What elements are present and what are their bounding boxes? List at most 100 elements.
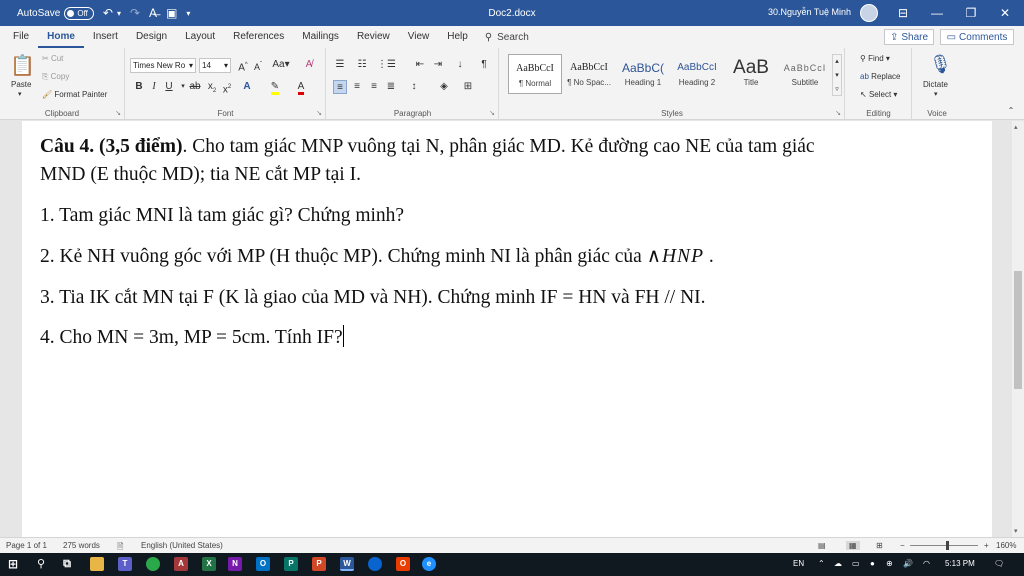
zoom-in-icon[interactable]: + bbox=[984, 541, 989, 550]
increase-indent-icon[interactable]: ⇥ bbox=[431, 58, 445, 72]
question-part-3[interactable]: 3. Tia IK cắt MN tại F (K là giao của MD… bbox=[40, 284, 706, 311]
windows-start-icon[interactable]: ⊞ bbox=[6, 557, 20, 571]
clock-time[interactable]: 5:13 PM bbox=[945, 559, 975, 568]
autosave-control[interactable]: AutoSave Off bbox=[17, 6, 94, 20]
autosave-toggle[interactable]: Off bbox=[64, 6, 94, 20]
justify-icon[interactable]: ≣ bbox=[384, 80, 398, 94]
dictate-dropdown-icon[interactable]: ▾ bbox=[934, 90, 938, 98]
styles-scroll-icon[interactable]: ▴ ▾ ▿ bbox=[832, 54, 842, 96]
highlight-icon[interactable]: ✎ bbox=[268, 80, 282, 95]
file-explorer-icon[interactable] bbox=[90, 557, 104, 571]
tab-mailings[interactable]: Mailings bbox=[293, 26, 348, 48]
zoom-slider[interactable] bbox=[910, 545, 978, 546]
search-box[interactable]: ⚲ Search bbox=[485, 32, 529, 43]
ribbon-display-icon[interactable]: ⊟ bbox=[886, 0, 920, 26]
zoom-out-icon[interactable]: − bbox=[900, 541, 905, 550]
access-icon[interactable]: A bbox=[174, 557, 188, 571]
onenote-icon[interactable]: N bbox=[228, 557, 242, 571]
app-tray-icon[interactable]: ● bbox=[870, 559, 875, 568]
grow-font-icon[interactable]: A^ bbox=[236, 58, 250, 73]
bold-icon[interactable]: B bbox=[132, 80, 146, 94]
superscript-icon[interactable]: x2 bbox=[220, 80, 234, 95]
clear-formatting-icon[interactable]: A̸ bbox=[302, 58, 316, 72]
font-color-icon[interactable]: A bbox=[294, 80, 308, 95]
font-size-combo[interactable]: 14 ▾ bbox=[199, 58, 231, 73]
scroll-down-icon[interactable]: ▾ bbox=[1014, 527, 1018, 535]
question-intro-line2[interactable]: MND (E thuộc MD); tia NE cắt MP tại I. bbox=[40, 161, 361, 188]
copy-button[interactable]: ⎘ Copy bbox=[42, 72, 69, 82]
shrink-font-icon[interactable]: Aˇ bbox=[251, 58, 265, 72]
onedrive-icon[interactable] bbox=[368, 557, 382, 571]
web-layout-icon[interactable]: ⊞ bbox=[876, 541, 883, 550]
comments-button[interactable]: ▭ Comments bbox=[940, 29, 1014, 45]
style-normal[interactable]: AaBbCcI ¶ Normal bbox=[508, 54, 562, 94]
cloud-icon[interactable]: ☁ bbox=[834, 559, 842, 568]
document-page[interactable]: Câu 4. (3,5 điểm). Cho tam giác MNP vuôn… bbox=[22, 121, 992, 537]
style-subtitle[interactable]: AaBbCcI Subtitle bbox=[778, 54, 832, 94]
style-heading-2[interactable]: AaBbCcI Heading 2 bbox=[670, 54, 724, 94]
line-spacing-icon[interactable]: ↕ bbox=[407, 80, 421, 94]
change-case-icon[interactable]: Aa▾ bbox=[271, 58, 291, 72]
tab-view[interactable]: View bbox=[399, 26, 439, 48]
tab-help[interactable]: Help bbox=[438, 26, 477, 48]
paste-icon[interactable]: 📋 bbox=[10, 54, 35, 78]
bullets-icon[interactable]: ☰ bbox=[333, 58, 347, 72]
find-button[interactable]: ⚲ Find ▾ bbox=[860, 54, 890, 63]
style-no-spacing[interactable]: AaBbCcI ¶ No Spac... bbox=[562, 54, 616, 94]
tab-home[interactable]: Home bbox=[38, 26, 84, 48]
font-name-combo[interactable]: Times New Ro ▾ bbox=[130, 58, 196, 73]
dictate-button[interactable]: Dictate bbox=[923, 80, 948, 89]
minimize-icon[interactable]: — bbox=[920, 0, 954, 26]
italic-icon[interactable]: I bbox=[147, 80, 161, 94]
close-icon[interactable]: ✕ bbox=[988, 0, 1022, 26]
scrollbar-thumb[interactable] bbox=[1014, 271, 1022, 389]
question-part-2[interactable]: 2. Kẻ NH vuông góc với MP (H thuộc MP). … bbox=[40, 243, 714, 270]
shading-icon[interactable]: ◈ bbox=[437, 80, 451, 94]
language-status[interactable]: English (United States) bbox=[141, 541, 223, 550]
battery-icon[interactable]: ▭ bbox=[852, 559, 860, 568]
tab-layout[interactable]: Layout bbox=[176, 26, 224, 48]
subscript-icon[interactable]: x2 bbox=[205, 80, 219, 94]
notifications-icon[interactable]: 🗨 bbox=[994, 559, 1004, 568]
task-view-icon[interactable]: ⧉ bbox=[60, 557, 74, 571]
print-layout-icon[interactable]: ▦ bbox=[846, 541, 860, 550]
word-icon[interactable]: W bbox=[340, 557, 354, 571]
restore-icon[interactable]: ❐ bbox=[954, 0, 988, 26]
read-mode-icon[interactable]: ▤ bbox=[818, 541, 826, 550]
tab-design[interactable]: Design bbox=[127, 26, 176, 48]
search-icon[interactable]: ⚲ bbox=[34, 557, 48, 571]
text-effects-icon[interactable]: A bbox=[240, 80, 254, 94]
scroll-up-icon[interactable]: ▴ bbox=[1014, 123, 1018, 131]
tab-review[interactable]: Review bbox=[348, 26, 399, 48]
paste-button[interactable]: Paste bbox=[11, 80, 31, 89]
clipboard-launcher-icon[interactable]: ↘ bbox=[115, 109, 121, 117]
styles-launcher-icon[interactable]: ↘ bbox=[835, 109, 841, 117]
format-painter-button[interactable]: 🖌 Format Painter bbox=[42, 90, 107, 99]
underline-icon[interactable]: U bbox=[162, 80, 176, 94]
network-icon[interactable]: ⊕ bbox=[886, 559, 893, 568]
font-style-icon[interactable]: A̶ bbox=[149, 6, 157, 20]
edge-icon[interactable]: e bbox=[422, 557, 436, 571]
page-count[interactable]: Page 1 of 1 bbox=[6, 541, 47, 550]
numbering-icon[interactable]: ☷ bbox=[355, 58, 369, 72]
input-language[interactable]: EN bbox=[793, 559, 804, 568]
question-intro-line1[interactable]: Câu 4. (3,5 điểm). Cho tam giác MNP vuôn… bbox=[40, 133, 815, 160]
undo-dropdown-icon[interactable]: ▾ bbox=[117, 9, 121, 18]
save-icon[interactable]: ▣ bbox=[166, 6, 177, 20]
customize-toolbar-icon[interactable]: ▾ bbox=[186, 9, 190, 18]
zoom-level[interactable]: 160% bbox=[996, 541, 1016, 550]
cut-button[interactable]: ✂ Cut bbox=[42, 54, 63, 63]
paragraph-launcher-icon[interactable]: ↘ bbox=[489, 109, 495, 117]
replace-button[interactable]: ab Replace bbox=[860, 72, 901, 81]
show-hidden-icons-icon[interactable]: ⌃ bbox=[818, 559, 825, 568]
show-marks-icon[interactable]: ¶ bbox=[477, 58, 491, 72]
zoom-slider-thumb[interactable] bbox=[946, 541, 949, 550]
outlook-icon[interactable]: O bbox=[256, 557, 270, 571]
select-button[interactable]: ↖ Select ▾ bbox=[860, 90, 897, 99]
sort-icon[interactable]: ↓ bbox=[453, 58, 467, 72]
tab-file[interactable]: File bbox=[4, 26, 38, 48]
word-count[interactable]: 275 words bbox=[63, 541, 100, 550]
collapse-ribbon-icon[interactable]: ⌃ bbox=[1004, 104, 1018, 118]
style-heading-1[interactable]: AaBbC( Heading 1 bbox=[616, 54, 670, 94]
tab-insert[interactable]: Insert bbox=[84, 26, 127, 48]
